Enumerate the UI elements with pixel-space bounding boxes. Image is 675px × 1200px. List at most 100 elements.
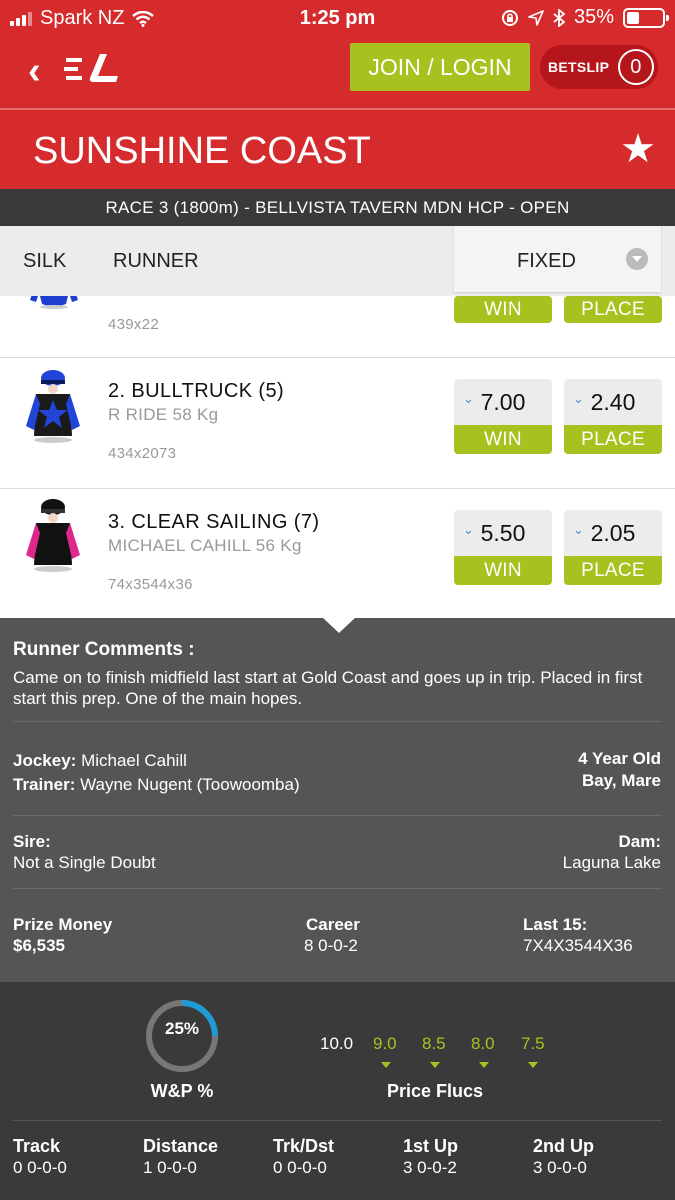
fluc-down-icon bbox=[430, 1062, 440, 1068]
win-price: 5.50 bbox=[480, 519, 526, 546]
battery-percent: 35% bbox=[573, 6, 614, 28]
comments-heading: Runner Comments : bbox=[13, 639, 195, 660]
runner-row[interactable]: 2. BULLTRUCK (5) R RIDE 58 Kg 434x2073 ⌄… bbox=[0, 358, 675, 489]
place-label: PLACE bbox=[564, 425, 662, 454]
stat-label: Distance bbox=[143, 1136, 219, 1156]
jockey-silk-icon bbox=[26, 370, 80, 443]
runner-jockey-weight: R RIDE 58 Kg bbox=[108, 405, 219, 424]
stat-label: Track bbox=[13, 1136, 61, 1156]
chevron-down-icon: ⌄ bbox=[463, 522, 474, 537]
price-type-label: FIXED bbox=[517, 250, 576, 272]
battery-fill bbox=[627, 11, 639, 24]
app-header: Spark NZ 1:25 pm 35% ‹ JOIN / LOGIN BETS… bbox=[0, 0, 675, 108]
stat-value: 1 0-0-0 bbox=[143, 1158, 197, 1177]
sire-name: Not a Single Doubt bbox=[13, 853, 156, 872]
place-odds-button[interactable]: ⌄ 2.05 PLACE bbox=[564, 510, 662, 585]
horse-age: 4 Year Old bbox=[578, 749, 661, 768]
bluetooth-icon bbox=[553, 8, 565, 27]
comments-text: Came on to finish midfield last start at… bbox=[13, 668, 643, 708]
divider bbox=[13, 888, 662, 889]
dam-label: Dam: bbox=[618, 832, 661, 851]
status-bar: Spark NZ 1:25 pm 35% bbox=[0, 0, 675, 36]
fluc-down-icon bbox=[381, 1062, 391, 1068]
trainer-name: Wayne Nugent (Toowoomba) bbox=[80, 775, 300, 794]
price-fluc: 8.0 bbox=[471, 1034, 495, 1053]
chevron-down-icon: ⌄ bbox=[573, 391, 584, 406]
chevron-down-icon: ⌄ bbox=[573, 522, 584, 537]
stat-label: 2nd Up bbox=[533, 1136, 594, 1156]
runner-form: 74x3544x36 bbox=[108, 576, 193, 593]
stat-label: 1st Up bbox=[403, 1136, 459, 1156]
stat-value: 3 0-0-2 bbox=[403, 1158, 457, 1177]
chevron-down-icon: ⌄ bbox=[463, 391, 474, 406]
join-login-button[interactable]: JOIN / LOGIN bbox=[350, 43, 530, 91]
battery-icon bbox=[623, 7, 669, 28]
stats-panel: 25% W&P % 10.0 9.0 8.5 8.0 7.5 Price Flu… bbox=[0, 982, 675, 1200]
career-value: 8 0-0-2 bbox=[304, 936, 358, 955]
runner-row[interactable]: 439x22 WIN PLACE bbox=[0, 288, 675, 358]
runner-name: 3. CLEAR SAILING (7) bbox=[108, 511, 320, 533]
sire-label: Sire: bbox=[13, 832, 51, 851]
stat-value: 3 0-0-0 bbox=[533, 1158, 587, 1177]
dam-name: Laguna Lake bbox=[562, 853, 661, 872]
runner-name: 2. BULLTRUCK (5) bbox=[108, 380, 285, 402]
runner-column-label: RUNNER bbox=[113, 250, 199, 272]
win-label: WIN bbox=[454, 556, 552, 585]
prize-money-label: Prize Money bbox=[13, 915, 113, 934]
runner-details-panel: Runner Comments : Came on to finish midf… bbox=[0, 617, 675, 982]
last15-label: Last 15: bbox=[523, 915, 588, 934]
panel-pointer bbox=[322, 617, 356, 633]
runner-jockey-weight: MICHAEL CAHILL 56 Kg bbox=[108, 536, 302, 555]
price-fluc: 9.0 bbox=[373, 1034, 397, 1053]
venue-name: SUNSHINE COAST bbox=[33, 130, 371, 172]
price-type-dropdown[interactable]: FIXED bbox=[454, 226, 661, 292]
place-label: PLACE bbox=[564, 556, 662, 585]
trainer-label: Trainer: bbox=[13, 775, 76, 794]
win-odds-button[interactable]: ⌄ 5.50 WIN bbox=[454, 510, 552, 585]
location-icon bbox=[528, 9, 544, 26]
fluc-down-icon bbox=[528, 1062, 538, 1068]
race-title: RACE 3 (1800m) - BELLVISTA TAVERN MDN HC… bbox=[0, 189, 675, 226]
wp-value: 25% bbox=[164, 1019, 200, 1038]
place-odds-button[interactable]: PLACE bbox=[564, 296, 662, 323]
betslip-button[interactable]: BETSLIP 0 bbox=[540, 45, 658, 89]
price-fluc: 10.0 bbox=[320, 1034, 354, 1053]
betslip-label: BETSLIP bbox=[548, 59, 610, 75]
career-label: Career bbox=[306, 915, 360, 934]
win-label: WIN bbox=[454, 296, 552, 323]
favourite-star-icon[interactable]: ★ bbox=[620, 126, 656, 172]
place-odds-button[interactable]: ⌄ 2.40 PLACE bbox=[564, 379, 662, 454]
rotation-lock-icon bbox=[501, 9, 518, 26]
place-label: PLACE bbox=[564, 296, 662, 323]
price-fluc: 8.5 bbox=[422, 1034, 446, 1053]
place-price: 2.05 bbox=[590, 519, 636, 546]
horse-colour-sex: Bay, Mare bbox=[581, 771, 661, 790]
last15-value: 7X4X3544X36 bbox=[523, 936, 633, 955]
place-price: 2.40 bbox=[590, 388, 636, 415]
silk-column-label: SILK bbox=[23, 250, 67, 272]
price-fluc: 7.5 bbox=[521, 1034, 545, 1053]
runner-row[interactable]: 3. CLEAR SAILING (7) MICHAEL CAHILL 56 K… bbox=[0, 489, 675, 619]
win-label: WIN bbox=[454, 425, 552, 454]
win-odds-button[interactable]: WIN bbox=[454, 296, 552, 323]
runner-form: 434x2073 bbox=[108, 445, 177, 462]
divider bbox=[13, 1120, 662, 1121]
dropdown-arrow-icon bbox=[626, 248, 648, 270]
app-logo bbox=[64, 54, 118, 82]
wp-label: W&P % bbox=[150, 1081, 214, 1101]
price-flucs-label: Price Flucs bbox=[386, 1081, 484, 1101]
column-header: SILK RUNNER FIXED bbox=[0, 226, 675, 296]
win-price: 7.00 bbox=[480, 388, 526, 415]
jockey-silk-icon bbox=[26, 499, 80, 572]
divider bbox=[13, 815, 662, 816]
jockey-label: Jockey: bbox=[13, 751, 77, 770]
jockey-name: Michael Cahill bbox=[81, 751, 187, 770]
betslip-count: 0 bbox=[618, 49, 654, 85]
back-chevron-icon[interactable]: ‹ bbox=[28, 52, 41, 90]
win-odds-button[interactable]: ⌄ 7.00 WIN bbox=[454, 379, 552, 454]
fluc-down-icon bbox=[479, 1062, 489, 1068]
stat-value: 0 0-0-0 bbox=[13, 1158, 67, 1177]
venue-bar: SUNSHINE COAST ★ bbox=[0, 108, 675, 189]
divider bbox=[13, 721, 662, 722]
stat-label: Trk/Dst bbox=[273, 1136, 335, 1156]
